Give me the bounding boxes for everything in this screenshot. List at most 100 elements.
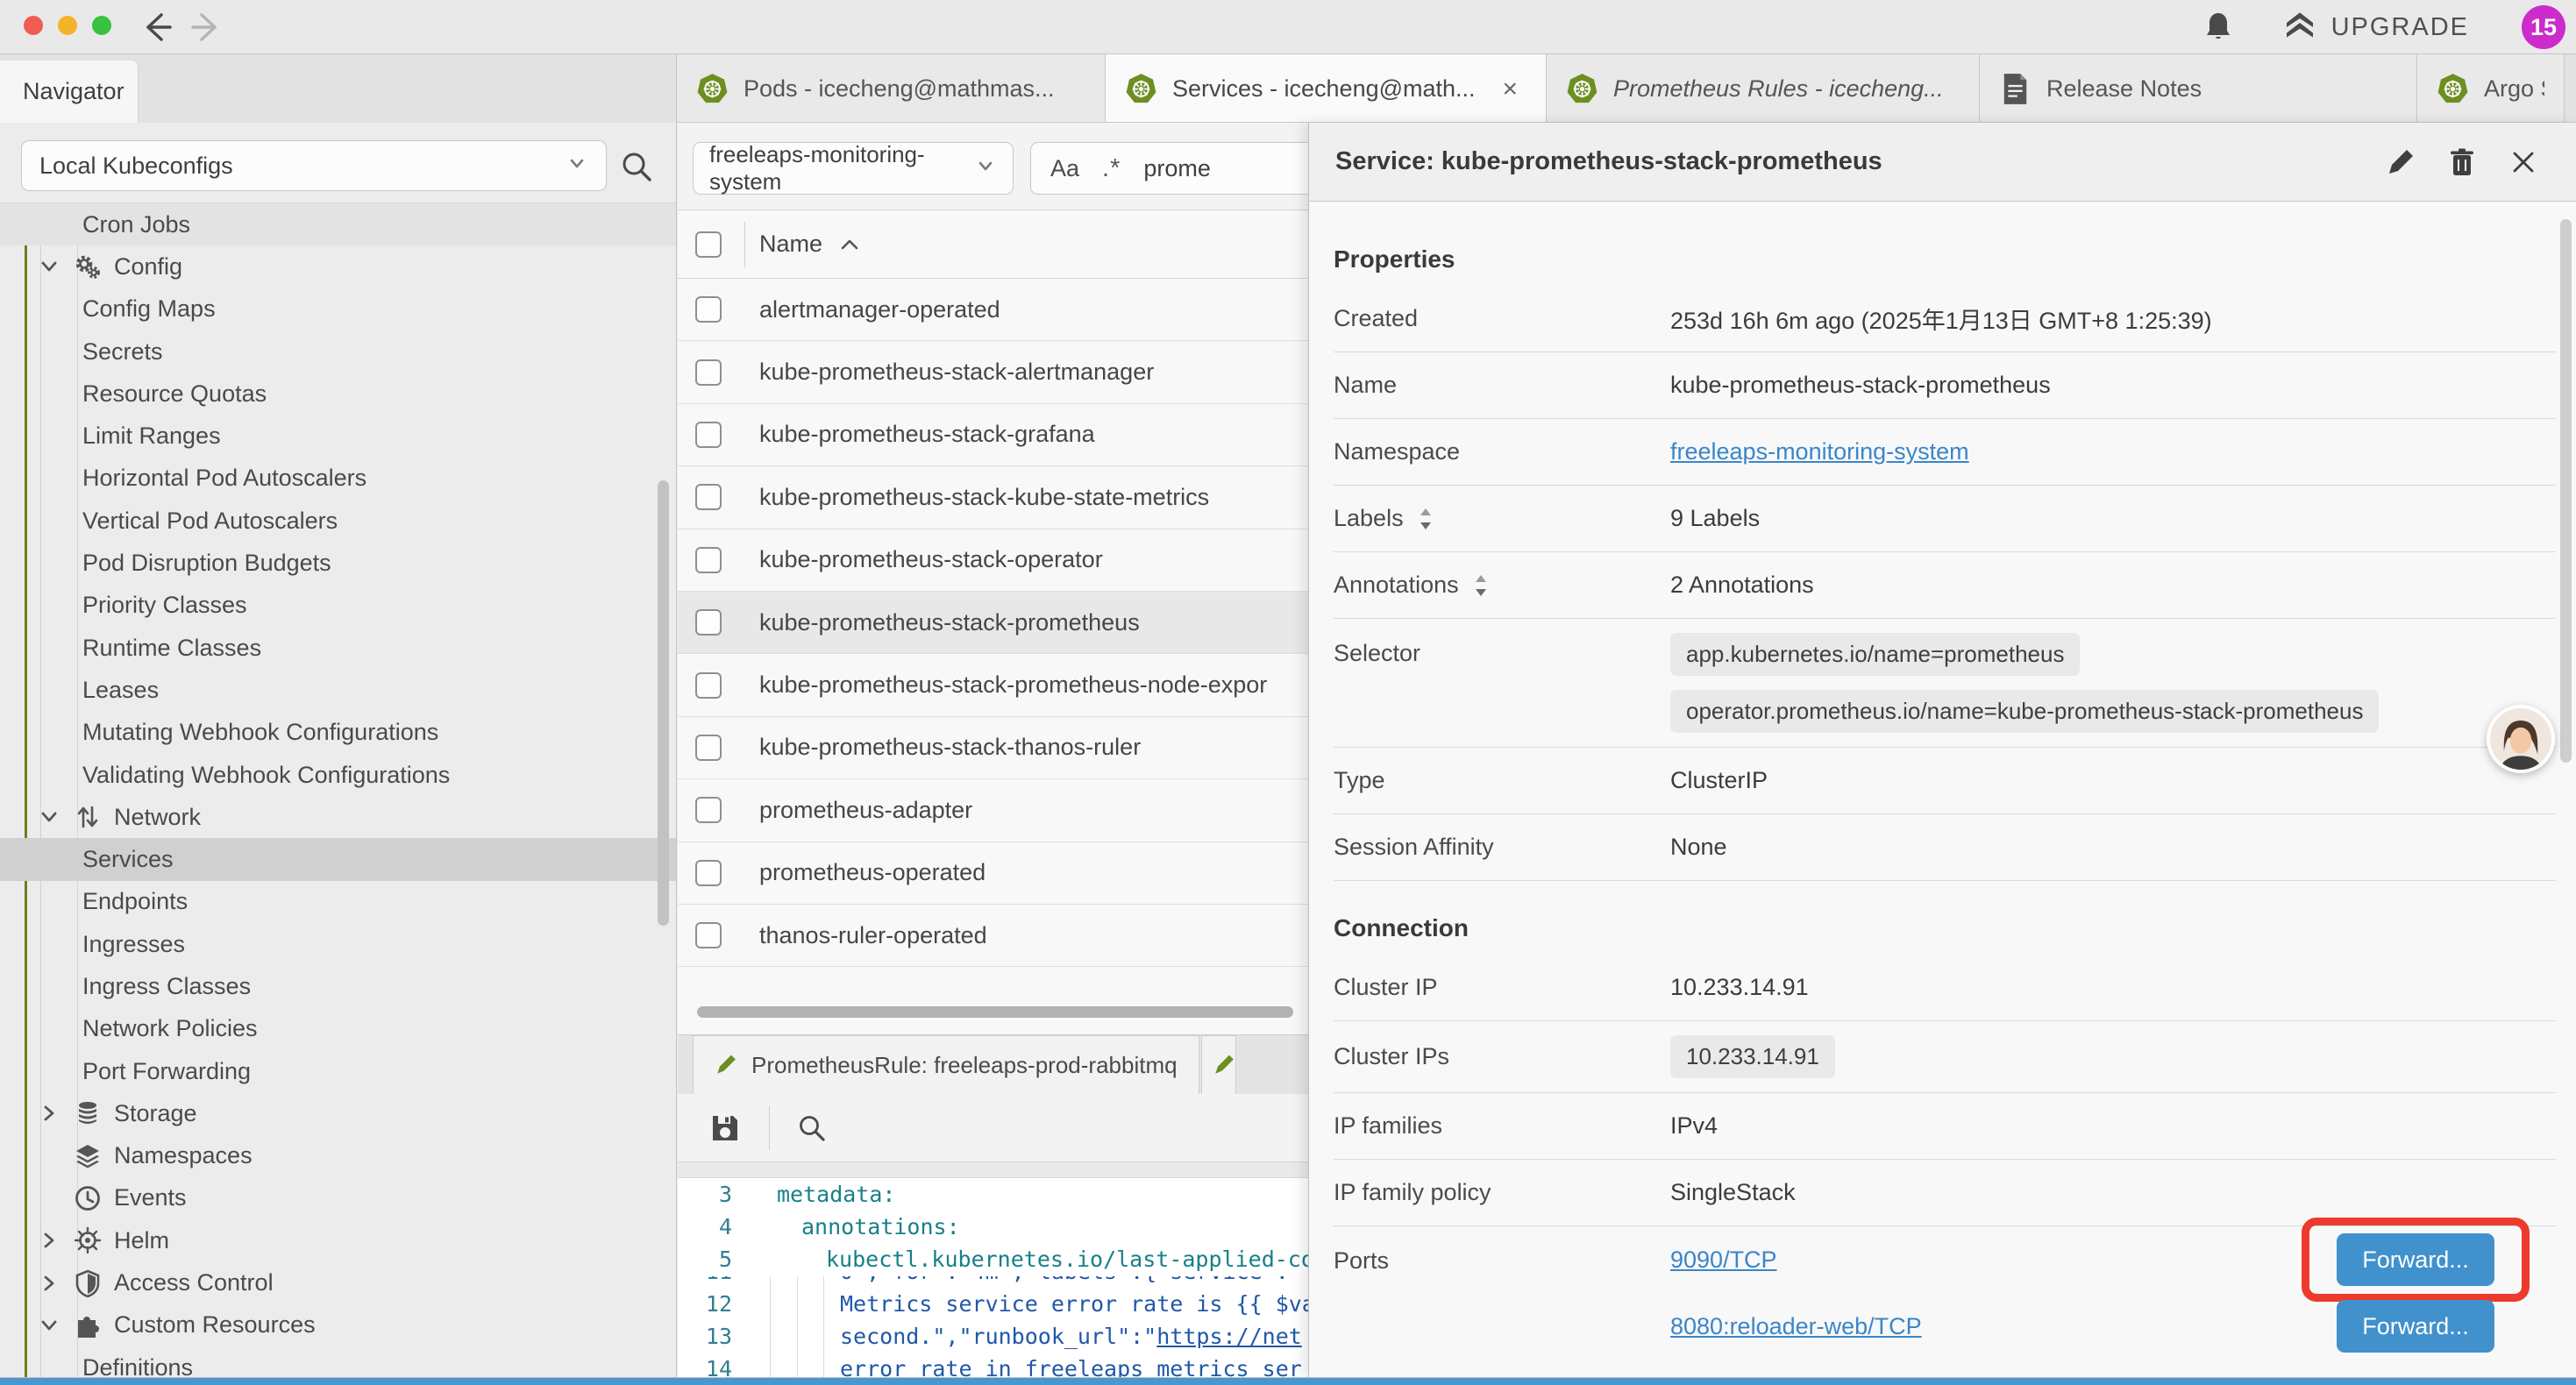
sidebar-item-config-maps[interactable]: Config Maps: [0, 288, 677, 330]
sidebar-item-network-policies[interactable]: Network Policies: [0, 1008, 677, 1050]
forward-button[interactable]: Forward...: [2337, 1233, 2494, 1286]
horizontal-scrollbar[interactable]: [697, 1006, 1293, 1018]
close-icon[interactable]: [2508, 147, 2538, 177]
table-row[interactable]: alertmanager-operated: [678, 279, 1308, 341]
sidebar-item-network[interactable]: Network: [0, 796, 677, 838]
app-tab[interactable]: Pods - icecheng@mathmas...: [677, 54, 1106, 123]
regex-toggle[interactable]: .*: [1102, 154, 1121, 183]
table-row[interactable]: kube-prometheus-stack-kube-state-metrics: [678, 466, 1308, 529]
namespace-link[interactable]: freeleaps-monitoring-system: [1670, 438, 1969, 465]
notifications-bell-icon[interactable]: [2203, 11, 2233, 43]
sidebar-item-namespaces[interactable]: Namespaces: [0, 1135, 677, 1177]
window-minimize-button[interactable]: [58, 16, 77, 35]
window-close-button[interactable]: [24, 16, 43, 35]
table-row[interactable]: kube-prometheus-stack-prometheus-node-ex…: [678, 654, 1308, 716]
forward-button[interactable]: Forward...: [2337, 1300, 2494, 1353]
detail-label: Labels: [1334, 505, 1670, 532]
line-number: 5: [678, 1246, 732, 1272]
editor-tab-prometheusrule[interactable]: PrometheusRule: freeleaps-prod-rabbitmq: [693, 1035, 1199, 1094]
sidebar-item-helm[interactable]: Helm: [0, 1219, 677, 1261]
chevron-down-icon: [37, 254, 61, 279]
sidebar-item-leases[interactable]: Leases: [0, 669, 677, 711]
sidebar-item-custom-resources[interactable]: Custom Resources: [0, 1304, 677, 1346]
sidebar-item-cron-jobs[interactable]: Cron Jobs: [0, 203, 677, 245]
code-line: 11 0","for":"4m","labels":{"service":": [678, 1276, 1308, 1288]
upgrade-button[interactable]: UPGRADE: [2282, 10, 2469, 45]
table-row[interactable]: kube-prometheus-stack-thanos-ruler: [678, 717, 1308, 779]
row-checkbox[interactable]: [695, 922, 722, 948]
sidebar-item-resource-quotas[interactable]: Resource Quotas: [0, 373, 677, 415]
table-row[interactable]: kube-prometheus-stack-operator: [678, 529, 1308, 592]
sidebar-item-validating-webhook-configurations[interactable]: Validating Webhook Configurations: [0, 754, 677, 796]
app-tab[interactable]: Prometheus Rules - icecheng...: [1547, 54, 1980, 123]
sidebar-item-events[interactable]: Events: [0, 1177, 677, 1219]
select-all-checkbox[interactable]: [695, 231, 722, 258]
row-checkbox[interactable]: [695, 609, 722, 636]
sort-updown-icon[interactable]: [1416, 507, 1435, 531]
sidebar-item-access-control[interactable]: Access Control: [0, 1261, 677, 1303]
editor-search-icon[interactable]: [796, 1112, 828, 1144]
notification-count-badge[interactable]: 15: [2522, 5, 2565, 49]
row-checkbox[interactable]: [695, 359, 722, 386]
table-row[interactable]: prometheus-adapter: [678, 779, 1308, 842]
app-tab[interactable]: Release Notes: [1980, 54, 2417, 123]
sidebar-item-storage[interactable]: Storage: [0, 1092, 677, 1134]
row-checkbox[interactable]: [695, 797, 722, 823]
sidebar-item-priority-classes[interactable]: Priority Classes: [0, 585, 677, 627]
app-tab[interactable]: Argo Se: [2417, 54, 2565, 123]
sidebar-item-vertical-pod-autoscalers[interactable]: Vertical Pod Autoscalers: [0, 500, 677, 542]
sidebar-scrollbar[interactable]: [658, 480, 669, 926]
sidebar-item-ingress-classes[interactable]: Ingress Classes: [0, 965, 677, 1007]
row-checkbox[interactable]: [695, 735, 722, 761]
sidebar-item-secrets[interactable]: Secrets: [0, 330, 677, 373]
table-row[interactable]: thanos-ruler-operated: [678, 905, 1308, 967]
back-arrow-icon[interactable]: [140, 11, 174, 43]
sidebar-item-mutating-webhook-configurations[interactable]: Mutating Webhook Configurations: [0, 712, 677, 754]
port-link[interactable]: 8080:reloader-web/TCP: [1670, 1313, 1922, 1340]
table-row[interactable]: kube-prometheus-stack-prometheus: [678, 592, 1308, 654]
drawer-scrollbar[interactable]: [2560, 219, 2572, 763]
row-checkbox[interactable]: [695, 672, 722, 699]
avatar[interactable]: [2487, 705, 2555, 773]
sidebar-item-runtime-classes[interactable]: Runtime Classes: [0, 627, 677, 669]
sidebar-item-services[interactable]: Services: [0, 838, 677, 880]
table-row[interactable]: kube-prometheus-stack-alertmanager: [678, 341, 1308, 403]
kubeconfig-selector[interactable]: Local Kubeconfigs: [21, 140, 607, 191]
window-zoom-button[interactable]: [92, 16, 111, 35]
name-column-header[interactable]: Name: [759, 231, 822, 258]
table-row[interactable]: kube-prometheus-stack-grafana: [678, 404, 1308, 466]
sort-updown-icon[interactable]: [1471, 573, 1491, 598]
namespace-selector[interactable]: freeleaps-monitoring-system: [693, 142, 1014, 195]
sidebar-item-pod-disruption-budgets[interactable]: Pod Disruption Budgets: [0, 542, 677, 584]
yaml-editor[interactable]: 3 metadata: 4 annotations: 5 kubectl.kub…: [678, 1178, 1308, 1378]
sidebar-item-port-forwarding[interactable]: Port Forwarding: [0, 1050, 677, 1092]
forward-arrow-icon[interactable]: [189, 11, 223, 43]
titlebar: UPGRADE 15: [0, 0, 2576, 54]
app-tab[interactable]: Services - icecheng@math... ×: [1106, 54, 1547, 123]
sidebar-item-definitions[interactable]: Definitions: [0, 1346, 677, 1378]
close-icon[interactable]: ×: [1503, 76, 1519, 103]
port-link[interactable]: 9090/TCP: [1670, 1246, 1777, 1274]
code-link[interactable]: https://net: [1156, 1324, 1302, 1349]
match-case-toggle[interactable]: Aa: [1050, 155, 1079, 182]
sidebar-item-ingresses[interactable]: Ingresses: [0, 923, 677, 965]
search-icon[interactable]: [619, 149, 654, 184]
delete-trash-icon[interactable]: [2447, 147, 2477, 177]
table-row[interactable]: prometheus-operated: [678, 842, 1308, 905]
edit-pencil-icon[interactable]: [2386, 147, 2416, 177]
editor-tab-next-partial[interactable]: [1201, 1035, 1236, 1094]
row-checkbox[interactable]: [695, 484, 722, 510]
row-checkbox[interactable]: [695, 547, 722, 573]
navigator-tab[interactable]: Navigator: [0, 60, 139, 123]
app-window: UPGRADE 15 Navigator Pods - icecheng@mat…: [0, 0, 2576, 1385]
sidebar-item-limit-ranges[interactable]: Limit Ranges: [0, 415, 677, 457]
row-checkbox[interactable]: [695, 422, 722, 448]
sidebar-item-horizontal-pod-autoscalers[interactable]: Horizontal Pod Autoscalers: [0, 458, 677, 500]
sidebar-item-config[interactable]: Config: [0, 245, 677, 288]
row-checkbox[interactable]: [695, 296, 722, 323]
save-icon[interactable]: [709, 1112, 741, 1144]
resource-search-input[interactable]: Aa .* prome: [1030, 142, 1308, 195]
sidebar-item-endpoints[interactable]: Endpoints: [0, 881, 677, 923]
sort-ascending-icon[interactable]: [840, 238, 859, 252]
row-checkbox[interactable]: [695, 860, 722, 886]
